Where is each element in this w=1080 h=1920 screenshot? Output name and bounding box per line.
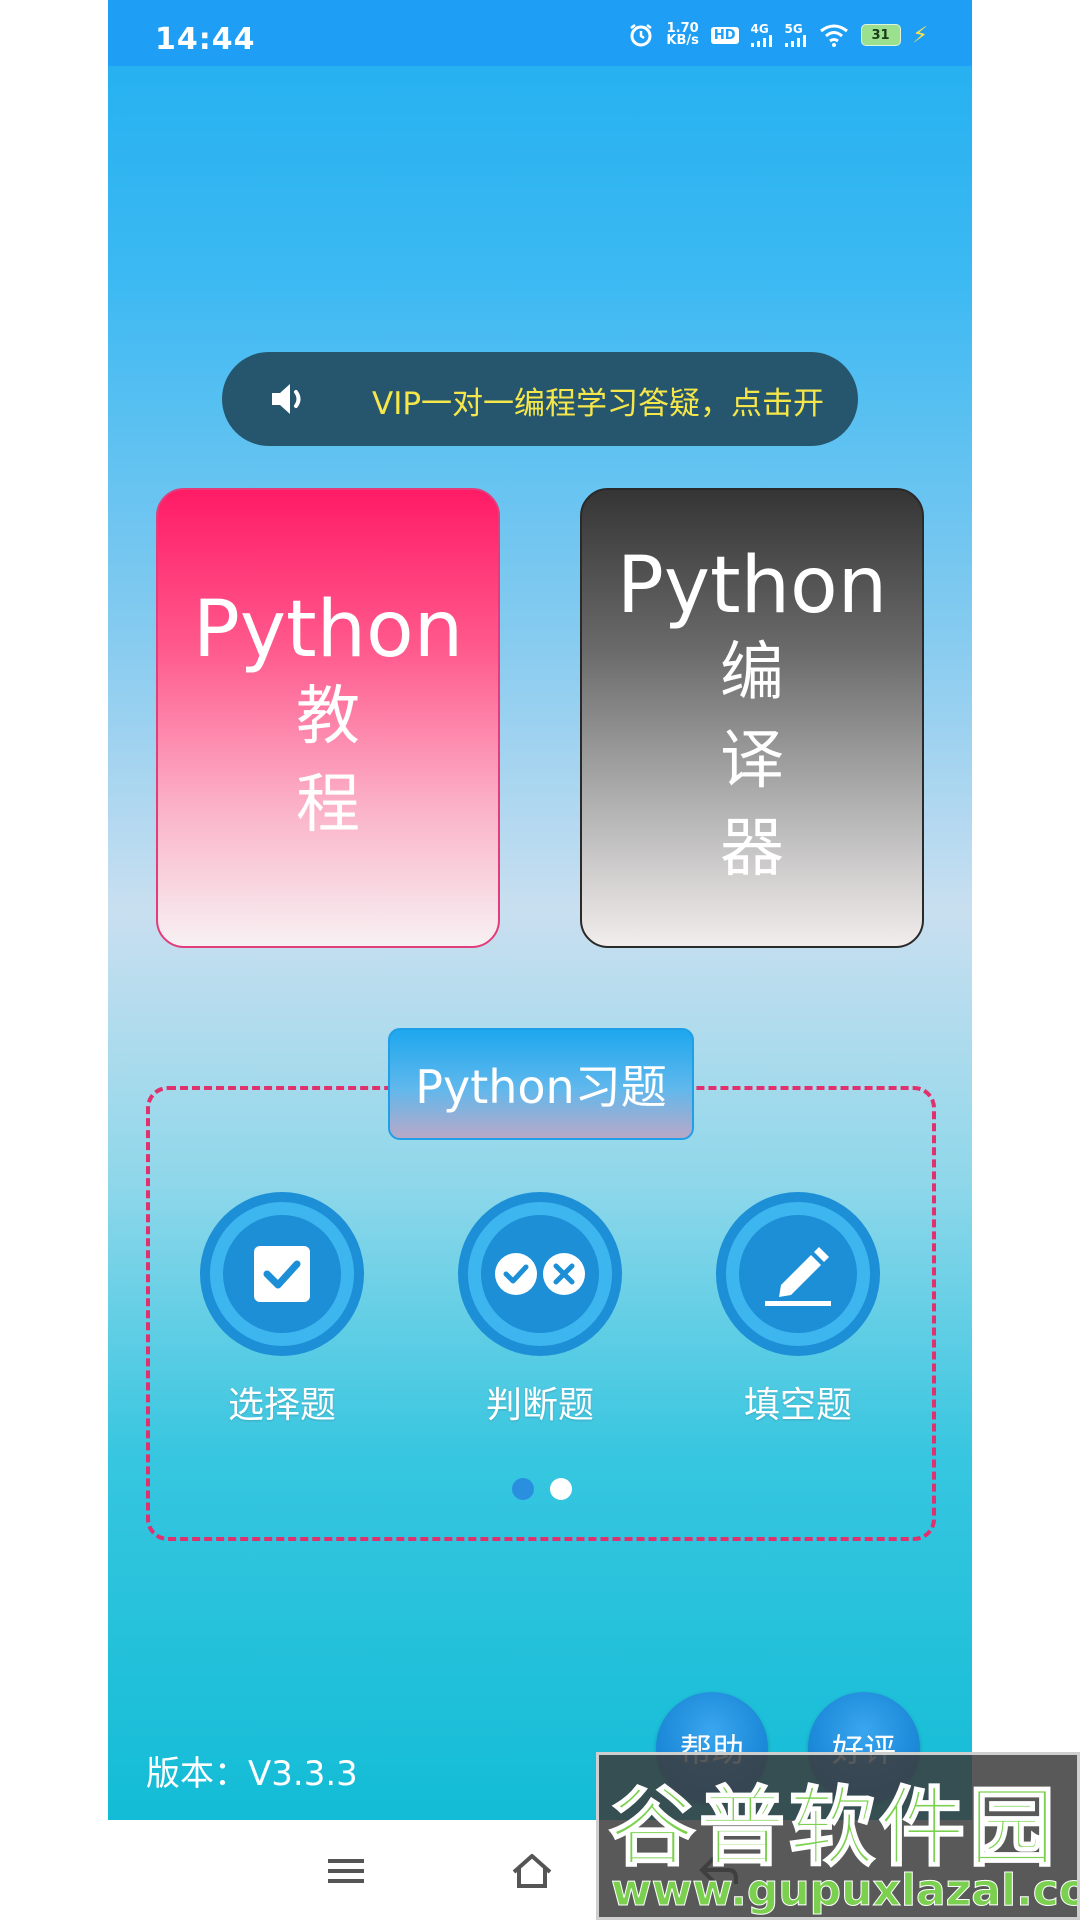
watermark-url: www.gupuxlazal.com <box>611 1865 1077 1917</box>
menu-icon[interactable] <box>322 1850 370 1892</box>
charging-icon: ⚡ <box>912 22 928 48</box>
true-false-ring-inner <box>468 1202 612 1346</box>
status-time: 14:44 <box>155 22 256 57</box>
true-false-button[interactable]: 判断题 <box>430 1192 650 1432</box>
true-false-label: 判断题 <box>485 1385 594 1426</box>
status-bar: 14:44 1.70 KB/s HD 4G 5G 31 ⚡ <box>108 0 972 66</box>
fill-blank-core <box>739 1215 857 1333</box>
compiler-card-chars: 编 译 器 <box>720 629 784 893</box>
watermark-brand: 谷普软件园 <box>608 1777 1059 1879</box>
compiler-char: 译 <box>720 724 784 798</box>
compiler-card-title: Python <box>616 541 888 631</box>
checkbox-icon <box>254 1246 310 1302</box>
sim2-label: 5G <box>784 21 803 36</box>
fill-blank-ring-inner <box>726 1202 870 1346</box>
version-label: 版本：V3.3.3 <box>146 1754 358 1794</box>
multiple-choice-core <box>223 1215 341 1333</box>
notice-text: VIP一对一编程学习答疑，点击开 <box>372 386 825 422</box>
fill-blank-ring <box>716 1192 880 1356</box>
tutorial-char: 教 <box>296 680 360 754</box>
exercise-panel-title: Python习题 <box>388 1028 694 1140</box>
hd-icon: HD <box>710 26 739 44</box>
page-dot-active[interactable] <box>512 1478 534 1500</box>
multiple-choice-ring <box>200 1192 364 1356</box>
signal-5g-icon: 5G <box>784 21 807 47</box>
true-false-ring <box>458 1192 622 1356</box>
net-speed: 1.70 KB/s <box>666 22 699 48</box>
multiple-choice-ring-inner <box>210 1202 354 1346</box>
signal-4g-icon: 4G <box>750 21 773 47</box>
page-indicator <box>512 1478 572 1500</box>
tutorial-card-chars: 教 程 <box>296 673 360 849</box>
net-speed-unit: KB/s <box>666 33 699 48</box>
pen-icon <box>765 1247 831 1306</box>
python-tutorial-card[interactable]: Python 教 程 <box>156 488 500 948</box>
compiler-char: 编 <box>720 636 784 710</box>
wifi-icon <box>819 24 848 47</box>
tutorial-card-title: Python <box>192 585 464 675</box>
multiple-choice-button[interactable]: 选择题 <box>172 1192 392 1432</box>
speaker-icon <box>272 384 301 414</box>
true-false-icon <box>495 1253 585 1295</box>
sim1-label: 4G <box>750 21 769 36</box>
true-false-core <box>481 1215 599 1333</box>
tutorial-char: 程 <box>296 768 360 842</box>
fill-blank-button[interactable]: 填空题 <box>688 1192 908 1432</box>
home-icon[interactable] <box>508 1850 556 1892</box>
app-screen: 14:44 1.70 KB/s HD 4G 5G 31 ⚡ VIP一对一编程学习… <box>108 0 972 1820</box>
alarm-icon <box>630 24 653 47</box>
compiler-char: 器 <box>720 812 784 886</box>
watermark: 谷普软件园 www.gupuxlazal.com <box>596 1752 1080 1920</box>
status-icons: 1.70 KB/s HD 4G 5G 31 ⚡ <box>628 20 928 50</box>
page-dot[interactable] <box>550 1478 572 1500</box>
notice-banner[interactable]: VIP一对一编程学习答疑，点击开 <box>222 352 858 446</box>
python-compiler-card[interactable]: Python 编 译 器 <box>580 488 924 948</box>
battery-icon: 31 <box>860 24 901 46</box>
screen: 14:44 1.70 KB/s HD 4G 5G 31 ⚡ VIP一对一编程学习… <box>0 0 1080 1920</box>
fill-blank-label: 填空题 <box>743 1385 852 1426</box>
multiple-choice-label: 选择题 <box>227 1385 336 1426</box>
